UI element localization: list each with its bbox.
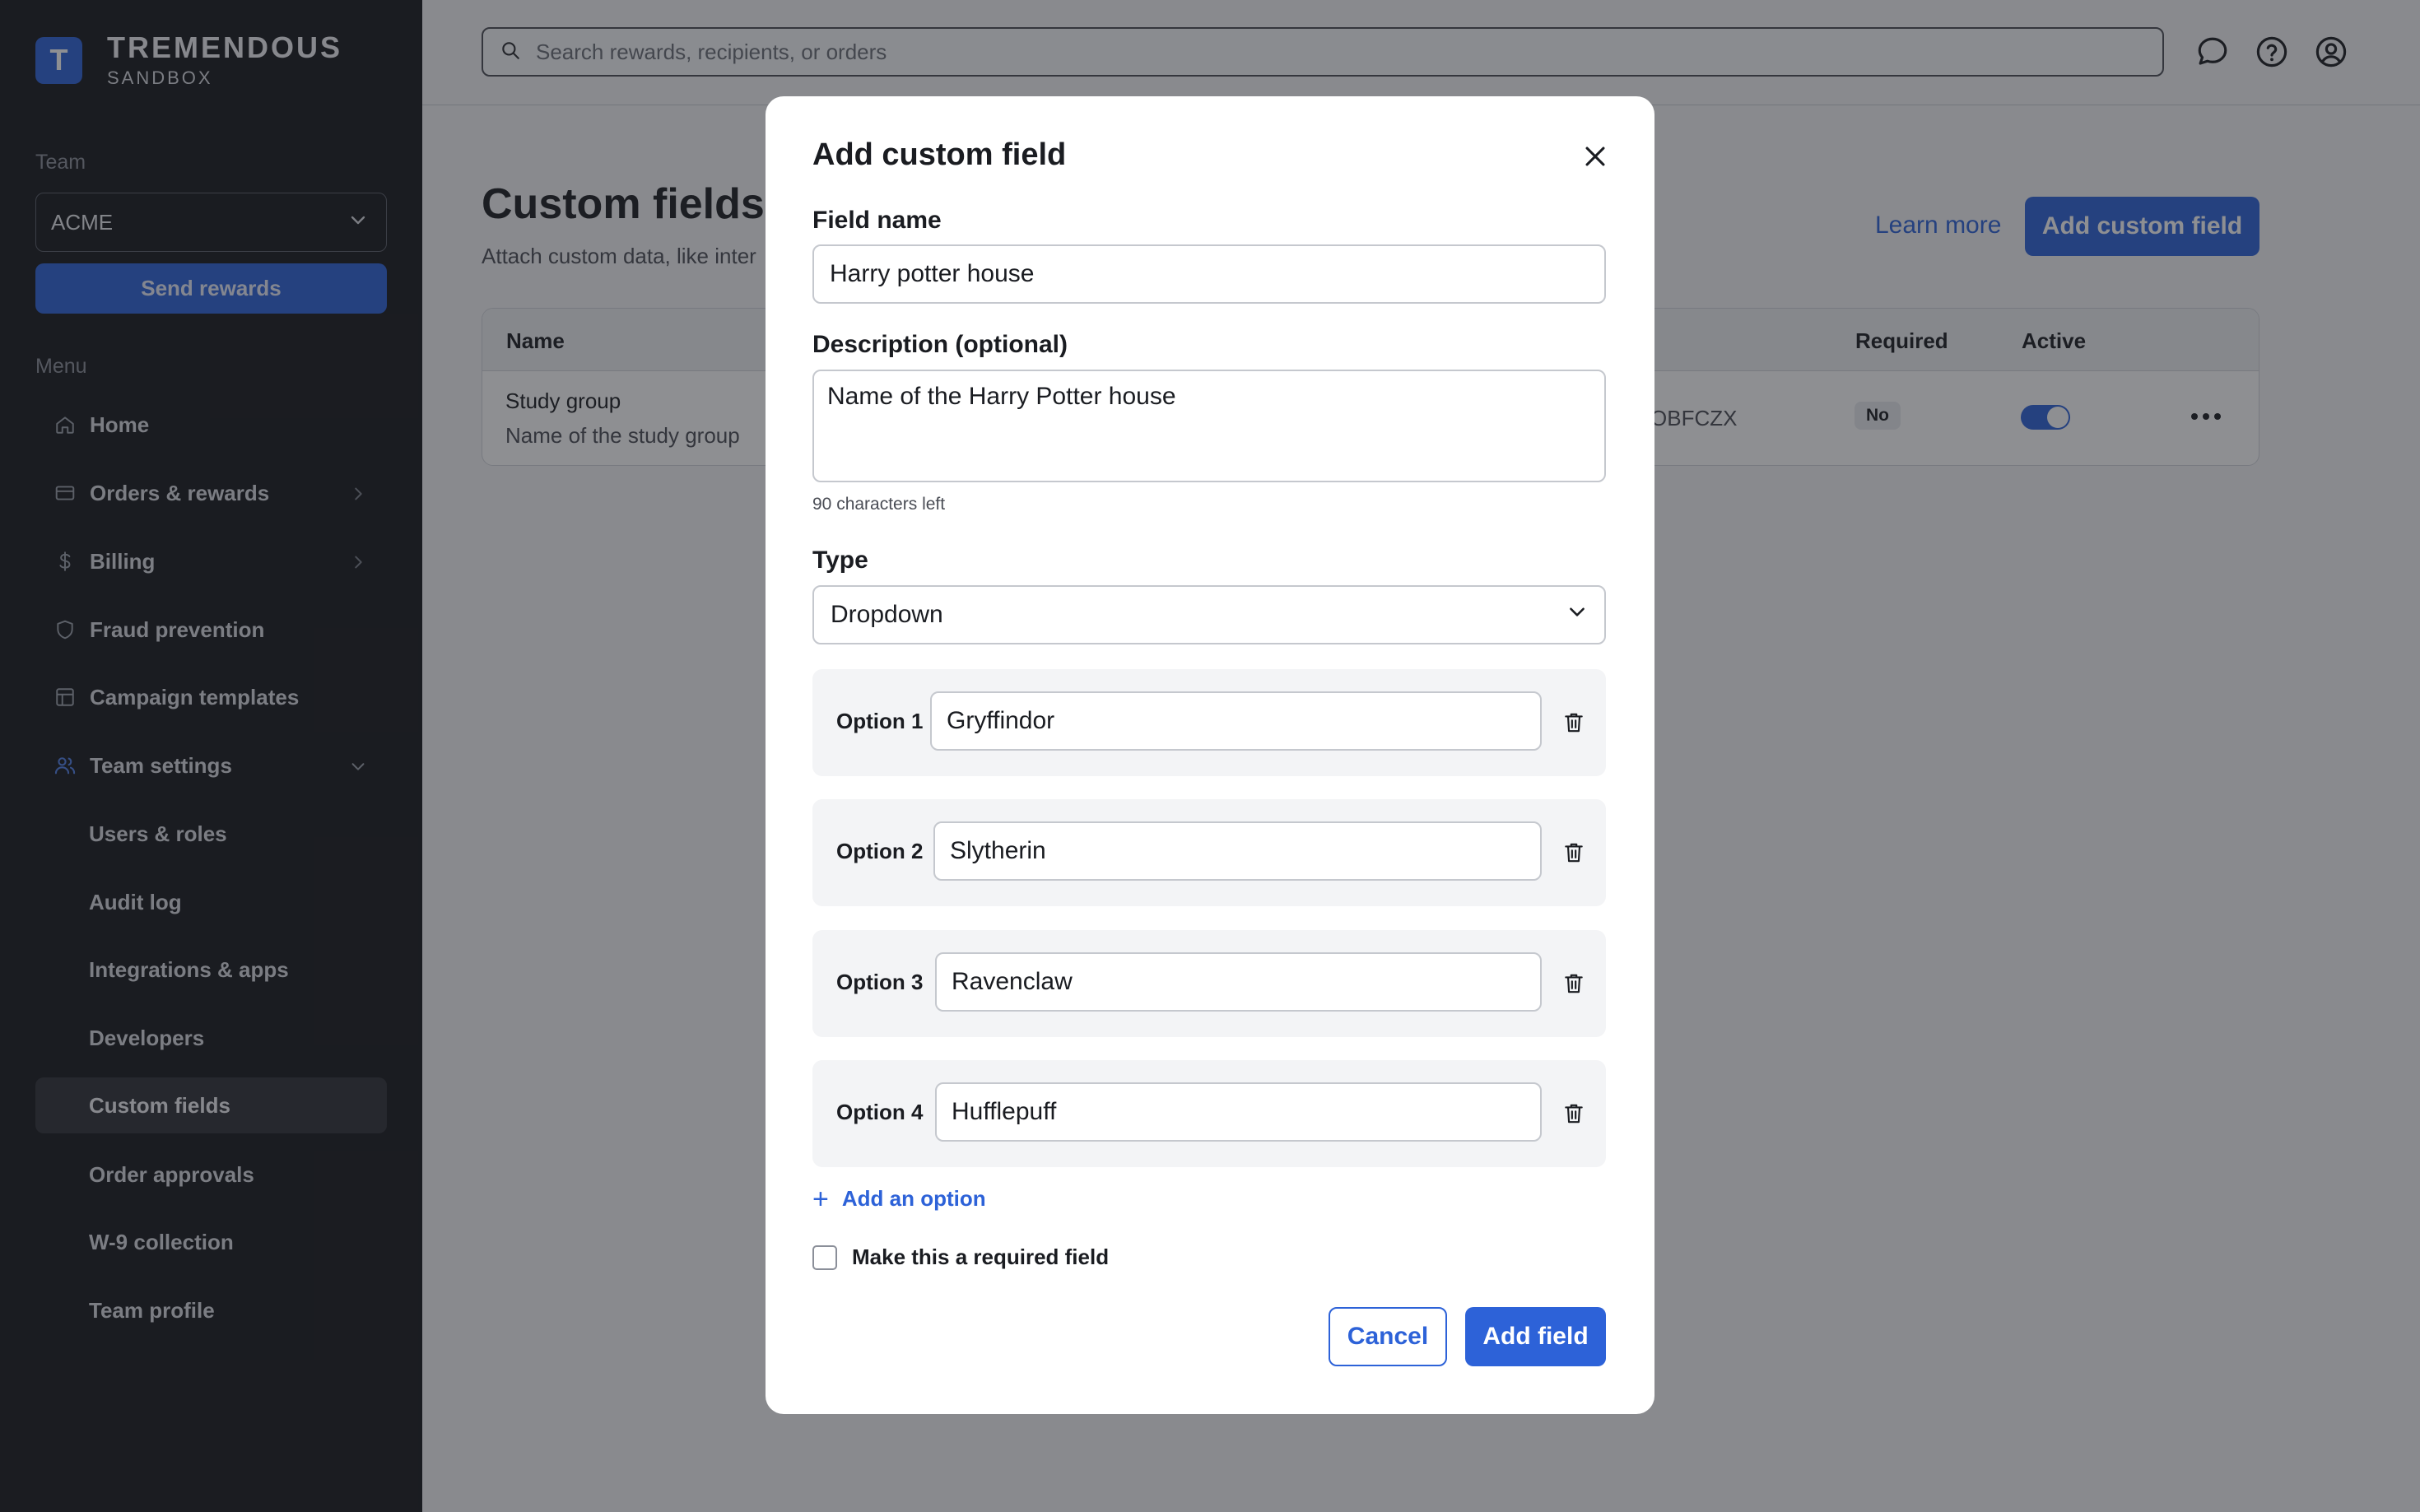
trash-icon[interactable] [1560, 839, 1588, 867]
add-option-label: Add an option [841, 1186, 986, 1211]
option-input[interactable] [930, 691, 1542, 751]
option-label: Option 4 [836, 1100, 924, 1124]
description-input[interactable]: Name of the Harry Potter house [812, 370, 1606, 482]
option-label: Option 1 [836, 709, 924, 733]
type-select[interactable]: Dropdown [812, 585, 1606, 644]
option-label: Option 3 [836, 970, 924, 994]
trash-icon[interactable] [1560, 709, 1588, 737]
trash-icon[interactable] [1560, 1100, 1588, 1128]
option-input[interactable] [935, 1082, 1542, 1142]
option-row: Option 4 [812, 1060, 1606, 1167]
chevron-down-icon [1566, 601, 1588, 629]
trash-icon[interactable] [1560, 970, 1588, 998]
option-input[interactable] [935, 952, 1542, 1012]
required-checkbox-label: Make this a required field [852, 1244, 1110, 1269]
add-field-button[interactable]: Add field [1465, 1307, 1606, 1366]
add-custom-field-modal: Add custom field Field name Description … [766, 96, 1654, 1414]
required-field-checkbox-row[interactable]: Make this a required field [812, 1244, 1109, 1270]
option-label: Option 2 [836, 839, 924, 863]
cancel-button[interactable]: Cancel [1329, 1307, 1447, 1366]
plus-icon: + [812, 1183, 829, 1215]
type-select-value: Dropdown [831, 601, 943, 628]
field-name-label: Field name [812, 207, 942, 234]
add-option-button[interactable]: + Add an option [812, 1183, 986, 1215]
option-row: Option 3 [812, 930, 1606, 1037]
type-label: Type [812, 547, 868, 574]
option-row: Option 1 [812, 669, 1606, 776]
characters-left-hint: 90 characters left [812, 495, 946, 514]
description-label: Description (optional) [812, 331, 1068, 358]
option-input[interactable] [933, 821, 1542, 881]
modal-title: Add custom field [812, 137, 1067, 172]
required-checkbox[interactable] [812, 1244, 837, 1270]
option-row: Option 2 [812, 799, 1606, 906]
close-icon[interactable] [1576, 137, 1614, 175]
field-name-input[interactable] [812, 244, 1606, 304]
